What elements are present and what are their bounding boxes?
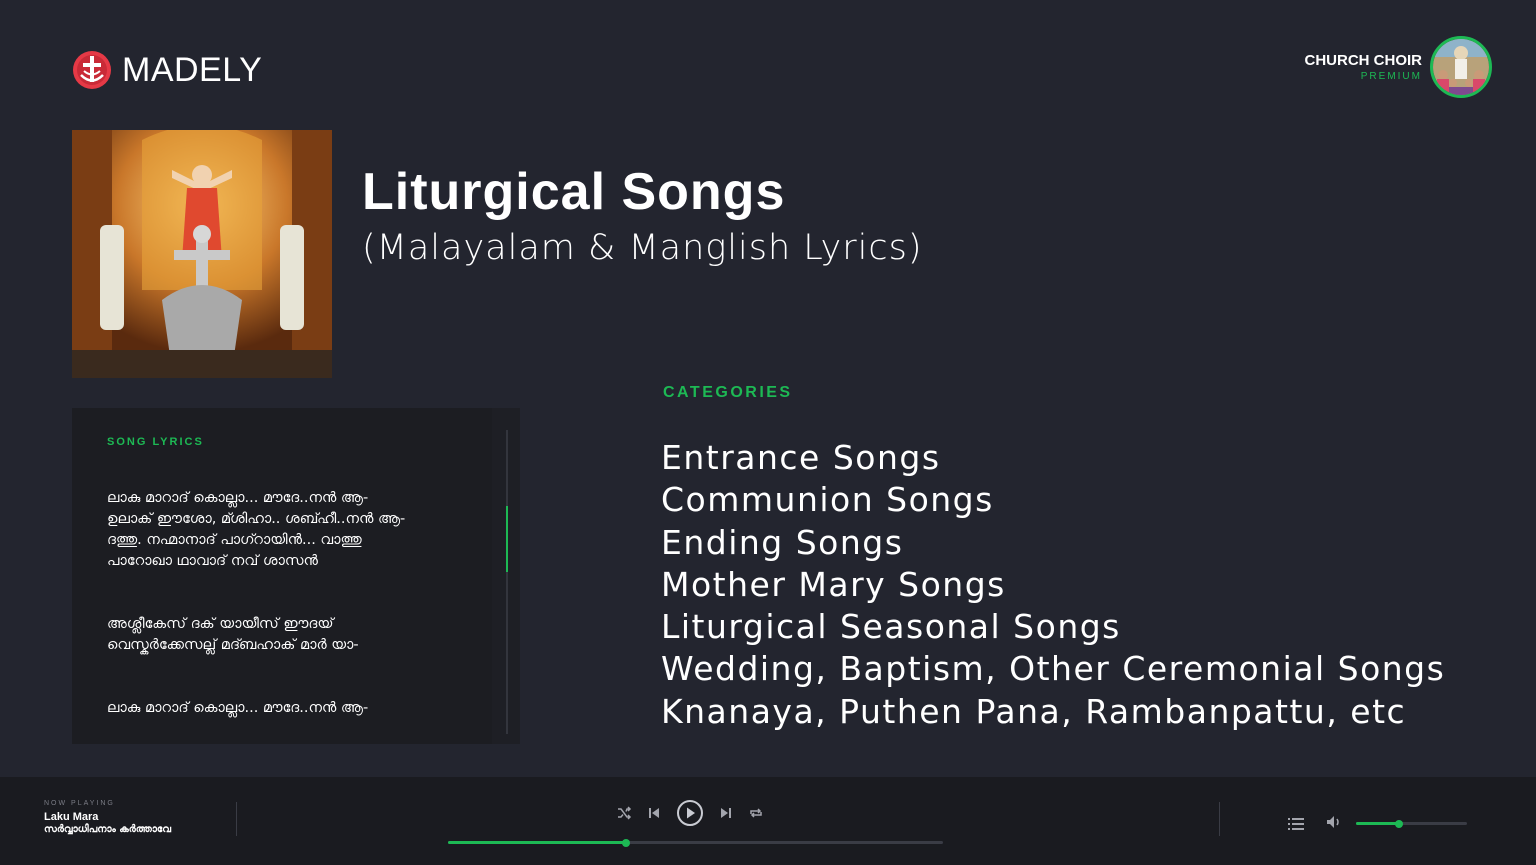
categories-list: Entrance Songs Communion Songs Ending So…: [661, 437, 1445, 733]
volume-icon[interactable]: [1326, 814, 1342, 833]
category-item[interactable]: Entrance Songs: [661, 437, 1445, 479]
category-item[interactable]: Liturgical Seasonal Songs: [661, 606, 1445, 648]
album-cover: [72, 130, 332, 378]
lyrics-scrollbar[interactable]: [506, 430, 508, 734]
progress-bar[interactable]: [448, 838, 943, 847]
shuffle-icon[interactable]: [616, 805, 632, 821]
categories-heading: CATEGORIES: [663, 384, 793, 401]
volume-slider[interactable]: [1356, 819, 1467, 828]
previous-icon[interactable]: [646, 805, 662, 821]
now-playing-label: NOW PLAYING: [44, 800, 115, 807]
lyrics-panel[interactable]: SONG LYRICS ലാകു മാറാദ് കൊല്ലാ... മൗദേ..…: [72, 408, 520, 744]
category-item[interactable]: Knanaya, Puthen Pana, Rambanpattu, etc: [661, 691, 1445, 733]
account-menu[interactable]: CHURCH CHOIR PREMIUM: [1304, 36, 1492, 98]
repeat-icon[interactable]: [748, 805, 764, 821]
lyrics-scroll-thumb[interactable]: [506, 506, 508, 572]
player-bar: NOW PLAYING Laku Mara സർവ്വാധിപനാം കർത്ത…: [0, 777, 1536, 865]
album-subtitle: (Malayalam & Manglish Lyrics): [362, 228, 923, 268]
lyrics-stanza: ലാകു മാറാദ് കൊല്ലാ... മൗദേ..നൻ ആ- ഉലാക് …: [107, 490, 406, 569]
lyrics-heading: SONG LYRICS: [107, 436, 204, 448]
category-item[interactable]: Ending Songs: [661, 522, 1445, 564]
category-item[interactable]: Mother Mary Songs: [661, 564, 1445, 606]
lyrics-body: ലാകു മാറാദ് കൊല്ലാ... മൗദേ..നൻ ആ- ഉലാക് …: [107, 488, 487, 744]
playback-controls: [616, 799, 764, 827]
category-item[interactable]: Communion Songs: [661, 479, 1445, 521]
volume-knob[interactable]: [1395, 819, 1404, 828]
account-tier: PREMIUM: [1360, 71, 1422, 82]
album-title: Liturgical Songs: [362, 163, 786, 221]
divider: [236, 802, 237, 836]
divider: [1219, 802, 1220, 836]
brand-name: MADELY: [122, 50, 263, 89]
avatar-image: [1433, 39, 1489, 95]
progress-knob[interactable]: [622, 838, 631, 847]
lyrics-stanza: ലാകു മാറാദ് കൊല്ലാ... മൗദേ..നൻ ആ-: [107, 700, 369, 716]
album-cover-image: [72, 130, 332, 378]
next-icon[interactable]: [718, 805, 734, 821]
play-icon[interactable]: [676, 799, 704, 827]
brand-logo-icon: [73, 51, 111, 89]
volume-fill: [1356, 822, 1400, 825]
category-item[interactable]: Wedding, Baptism, Other Ceremonial Songs: [661, 648, 1445, 690]
queue-icon[interactable]: [1288, 815, 1304, 834]
lyrics-stanza: അശ്ലീകേസ് ദക് യായീസ് ഈദയ് വെസ്കർക്കേസല്ല…: [107, 616, 359, 653]
brand[interactable]: MADELY: [72, 50, 262, 90]
now-playing-artist[interactable]: സർവ്വാധിപനാം കർത്താവേ: [44, 824, 171, 835]
now-playing-title[interactable]: Laku Mara: [44, 811, 98, 823]
account-name: CHURCH CHOIR: [1304, 52, 1423, 69]
progress-fill: [448, 841, 627, 844]
avatar[interactable]: [1430, 36, 1492, 98]
